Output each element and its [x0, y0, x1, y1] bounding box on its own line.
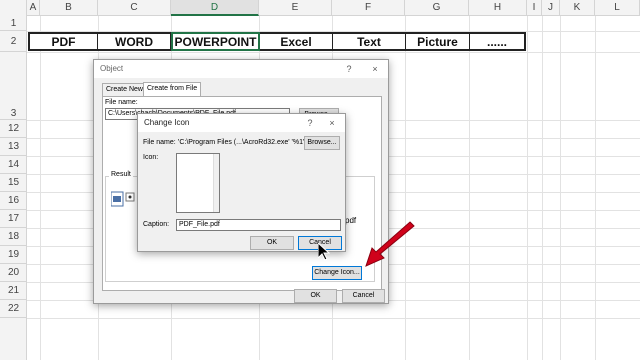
file-name-label: File name: [105, 99, 138, 106]
row-header-12[interactable]: 12 [0, 120, 27, 138]
browse-button[interactable]: Browse... [304, 136, 340, 150]
help-button[interactable]: ? [301, 114, 319, 132]
caption-label: Caption: [143, 221, 170, 228]
cell-e2[interactable]: Excel [260, 34, 333, 49]
column-header-c[interactable]: C [98, 0, 171, 16]
column-header-g[interactable]: G [405, 0, 469, 16]
column-header-k[interactable]: K [560, 0, 595, 16]
gridline [469, 16, 470, 360]
help-button[interactable]: ? [340, 60, 358, 78]
file-suffix-text: pdf [345, 216, 357, 225]
tab-create-from-file[interactable]: Create from File [143, 82, 202, 96]
caption-field[interactable]: PDF_File.pdf [176, 219, 341, 231]
cell-h2[interactable]: ...... [470, 34, 524, 49]
row-header-13[interactable]: 13 [0, 138, 27, 156]
ok-button[interactable]: OK [294, 289, 337, 303]
object-dialog-title: Object [100, 64, 124, 73]
row-header-16[interactable]: 16 [0, 192, 27, 210]
column-headers: A B C D E F G H I J K L [0, 0, 640, 16]
row-header-21[interactable]: 21 [0, 282, 27, 300]
gridline [560, 16, 561, 360]
row-header-15[interactable]: 15 [0, 174, 27, 192]
gridline [27, 318, 640, 319]
column-header-f[interactable]: F [332, 0, 405, 16]
tab-create-new[interactable]: Create New [102, 83, 147, 96]
column-header-a[interactable]: A [27, 0, 40, 16]
column-header-l[interactable]: L [595, 0, 640, 16]
cancel-button[interactable]: Cancel [342, 289, 385, 303]
row-header-14[interactable]: 14 [0, 156, 27, 174]
row-header-18[interactable]: 18 [0, 228, 27, 246]
row-headers: 1 2 3 12 13 14 15 16 17 18 19 20 21 22 [0, 16, 27, 360]
gridline [27, 52, 640, 53]
cell-f2[interactable]: Text [333, 34, 406, 49]
close-button[interactable]: × [323, 114, 341, 132]
icon-label: Icon: [143, 154, 159, 161]
gridline [405, 16, 406, 360]
row-header-17[interactable]: 17 [0, 210, 27, 228]
gridline [527, 16, 528, 360]
row-header-3[interactable]: 3 [0, 52, 27, 120]
change-icon-dialog: Change Icon ? × File name: 'C:\Program F… [137, 113, 346, 252]
column-header-d[interactable]: D [171, 0, 259, 16]
close-button[interactable]: × [366, 60, 384, 78]
mouse-cursor-icon [317, 241, 331, 266]
row-header-1[interactable]: 1 [0, 16, 27, 31]
result-label: Result [109, 171, 133, 178]
annotation-arrow-icon [360, 218, 416, 275]
icon-list[interactable] [176, 153, 220, 213]
column-header-b[interactable]: B [40, 0, 98, 16]
row-header-19[interactable]: 19 [0, 246, 27, 264]
row-header-20[interactable]: 20 [0, 264, 27, 282]
row-header-2[interactable]: 2 [0, 31, 27, 52]
row-2-header-cells: PDF WORD POWERPOINT Excel Text Picture .… [28, 32, 526, 51]
select-all-corner[interactable] [0, 0, 27, 16]
cell-g2[interactable]: Picture [406, 34, 470, 49]
gridline [595, 16, 596, 360]
column-header-e[interactable]: E [259, 0, 332, 16]
column-header-j[interactable]: J [542, 0, 560, 16]
cell-b2[interactable]: PDF [30, 34, 98, 49]
icon-list-scrollbar[interactable] [213, 154, 219, 212]
cell-d2-selected[interactable]: POWERPOINT [171, 32, 260, 51]
gridline [40, 16, 41, 360]
gridline [542, 16, 543, 360]
column-header-h[interactable]: H [469, 0, 527, 16]
row-header-22[interactable]: 22 [0, 300, 27, 318]
change-icon-button[interactable]: Change Icon... [312, 266, 362, 280]
change-icon-title: Change Icon [144, 118, 190, 127]
column-header-i[interactable]: I [527, 0, 542, 16]
ok-button[interactable]: OK [250, 236, 294, 250]
file-name-label: File name: [143, 139, 176, 146]
file-name-value: 'C:\Program Files (...\AcroRd32.exe' '%1… [178, 139, 305, 146]
cell-c2[interactable]: WORD [98, 34, 171, 49]
